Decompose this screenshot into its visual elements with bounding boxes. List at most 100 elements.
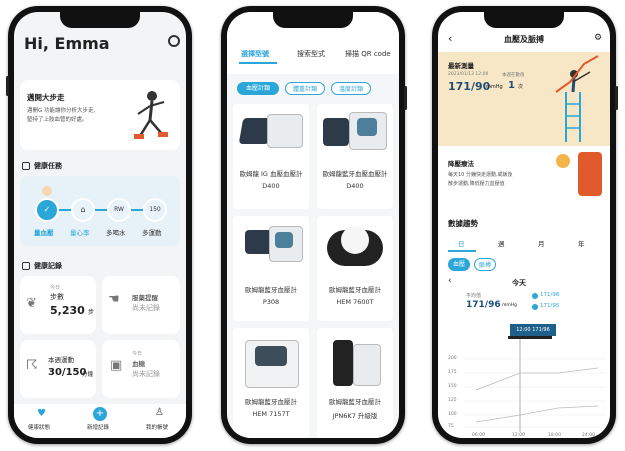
avg-value: 171/96 xyxy=(466,300,501,310)
x-tick: 06:00 xyxy=(472,433,485,438)
step-check-icon[interactable]: ✓ xyxy=(35,198,59,222)
device-select-screen: 選擇型號 搜索型式 掃描 QR code 血壓計類 體重計類 溫度計類 歐姆龍 … xyxy=(227,12,399,438)
tab-model[interactable]: 選擇型號 xyxy=(241,49,269,59)
product-model: HEM 7600T xyxy=(336,298,374,306)
latest-measurement-card[interactable]: 最新測量 2023/01/13 12:00 本週在數值 171/90 mmHg … xyxy=(438,52,610,146)
footprints-icon: ❦ xyxy=(26,296,37,311)
latest-count-unit: 次 xyxy=(518,84,524,90)
bp-detail-screen: ‹ 血壓及脈搏 ⚙ 最新測量 2023/01/13 12:00 本週在數值 17… xyxy=(438,12,610,438)
range-underline xyxy=(448,250,476,252)
range-tab-week[interactable]: 週 xyxy=(498,238,505,248)
nav-account[interactable]: 我的帳號 xyxy=(146,423,168,431)
banner-text-2: 堅持了上肢血管的好處。 xyxy=(27,117,88,123)
y-tick: 125 xyxy=(448,398,457,403)
avatar xyxy=(42,186,52,196)
latest-count: 1 xyxy=(508,80,515,91)
legend-dot xyxy=(532,293,538,299)
banner-card[interactable]: 邁開大步走 邁開G 功能讓你分析大步走, 堅持了上肢血管的好處。 xyxy=(20,80,180,150)
day-label: 今天 xyxy=(512,279,526,287)
latest-label2: 本週在數值 xyxy=(502,73,525,78)
avg-label: 平均值 xyxy=(466,293,482,299)
product-name: 歐姆龍藍牙血壓計 xyxy=(329,398,381,406)
nav-add[interactable]: 新增記錄 xyxy=(87,423,109,431)
phone-device-select: 選擇型號 搜索型式 掃描 QR code 血壓計類 體重計類 溫度計類 歐姆龍 … xyxy=(221,6,407,444)
prev-day-icon[interactable]: ‹ xyxy=(448,276,452,286)
back-icon[interactable]: ‹ xyxy=(448,32,452,45)
add-icon[interactable]: + xyxy=(93,407,107,421)
tab-underline xyxy=(239,62,277,64)
range-tab-month[interactable]: 月 xyxy=(538,238,545,248)
power-button xyxy=(615,86,618,110)
records-icon xyxy=(22,262,30,270)
filter-thermo[interactable]: 溫度計類 xyxy=(331,82,371,95)
glucose-small-label: 今日 xyxy=(132,351,143,357)
step-label-1: 量血壓 xyxy=(34,229,54,237)
steps-small-label: 今日 xyxy=(50,285,61,291)
filter-scale[interactable]: 體重計類 xyxy=(285,82,325,95)
product-card[interactable]: 歐姆龍藍牙血壓計 JPN6K7 升級版 xyxy=(317,328,393,438)
product-card[interactable]: 歐姆龍藍牙血壓計 P308 xyxy=(233,216,309,321)
medication-tile[interactable]: ☚ 服藥提醒 尚未記錄 xyxy=(102,276,180,334)
monitor-screen xyxy=(275,232,293,248)
walking-man-illustration xyxy=(134,91,168,139)
toggle-pulse[interactable]: 脈搏 xyxy=(474,258,496,271)
step-water-icon[interactable]: RW xyxy=(107,198,131,222)
exercise-tile[interactable]: ☈ 本週運動 30/150 分鐘 xyxy=(20,340,96,398)
step-label-2: 量心率 xyxy=(70,229,90,237)
notch xyxy=(60,12,140,28)
latest-bp-value: 171/90 xyxy=(448,80,491,93)
power-button xyxy=(404,86,407,110)
tab-qr[interactable]: 掃描 QR code xyxy=(345,49,391,59)
hand-pill-icon: ☚ xyxy=(108,292,120,307)
legend-2: 171/95 xyxy=(540,303,560,309)
range-tab-year[interactable]: 年 xyxy=(578,238,585,248)
monitor-image xyxy=(353,344,381,386)
tips-text-1: 每天10 分鐘快走運動,或飯後 xyxy=(448,172,513,178)
product-card[interactable]: 歐姆龍藍牙血壓血壓計 D400 xyxy=(317,104,393,209)
product-card[interactable]: 歐姆龍藍牙血壓計 HEM 7600T xyxy=(317,216,393,321)
settings-icon[interactable] xyxy=(168,35,180,47)
notch xyxy=(273,12,353,28)
steps-unit: 步 xyxy=(88,309,95,316)
chart-svg xyxy=(464,336,606,432)
greeting: Hi, Emma xyxy=(24,34,110,53)
latest-bp-unit: mmHg xyxy=(486,84,503,90)
legend-1: 171/96 xyxy=(540,292,560,298)
tips-card[interactable]: 降壓療法 每天10 分鐘快走運動,或飯後 散步運動,降低壓力血壓值 xyxy=(438,148,610,208)
glucose-meter-icon: ▣ xyxy=(110,358,123,373)
x-tick: 12:00 xyxy=(512,433,525,438)
section-records-title: 健康記錄 xyxy=(34,262,62,270)
product-card[interactable]: 歐姆龍藍牙血壓計 HEM 7157T xyxy=(233,328,309,438)
step-label-3: 多喝水 xyxy=(106,229,126,237)
settings-icon[interactable]: ⚙ xyxy=(594,33,602,43)
filter-bp[interactable]: 血壓計類 xyxy=(237,82,279,95)
trend-chart[interactable]: 12:00 171/96 200 175 150 125 100 75 06:0… xyxy=(438,316,610,438)
person-icon[interactable]: ♙ xyxy=(155,407,164,418)
step-home-icon[interactable]: ⌂ xyxy=(71,198,95,222)
device-face xyxy=(341,226,369,254)
product-name: 歐姆龍藍牙血壓計 xyxy=(329,286,381,294)
person-illustration xyxy=(578,152,602,196)
banner-text-1: 邁開G 功能讓你分析大步走, xyxy=(27,108,96,114)
glucose-label: 血糖 xyxy=(132,360,145,368)
steps-tile[interactable]: ❦ 今日 步數 5,230 步 xyxy=(20,276,96,334)
steps-label: 步數 xyxy=(50,293,64,301)
tab-search[interactable]: 搜索型式 xyxy=(297,49,325,59)
product-name: 歐姆龍藍牙血壓計 xyxy=(245,398,297,406)
legend-dot xyxy=(532,304,538,310)
y-tick: 200 xyxy=(448,356,457,361)
x-tick: 18:00 xyxy=(548,433,561,438)
nav-health[interactable]: 健康狀態 xyxy=(28,423,50,431)
glucose-tile[interactable]: ▣ 今日 血糖 尚未記錄 xyxy=(102,340,180,398)
product-card[interactable]: 歐姆龍 IG 血壓血壓計 D400 xyxy=(233,104,309,209)
phone-bp-detail: ‹ 血壓及脈搏 ⚙ 最新測量 2023/01/13 12:00 本週在數值 17… xyxy=(432,6,618,444)
heart-icon[interactable]: ♥ xyxy=(37,408,46,419)
toggle-bp[interactable]: 血壓 xyxy=(448,258,470,271)
product-model: D400 xyxy=(346,182,364,190)
range-tab-day[interactable]: 日 xyxy=(458,238,465,248)
step-exercise-icon[interactable]: 150 xyxy=(143,198,167,222)
home-screen: Hi, Emma 邁開大步走 邁開G 功能讓你分析大步走, 堅持了上肢血管的好處… xyxy=(14,12,186,438)
medication-value: 尚未記錄 xyxy=(132,304,160,312)
monitor-screen xyxy=(357,118,377,136)
medication-label: 服藥提醒 xyxy=(132,294,158,302)
